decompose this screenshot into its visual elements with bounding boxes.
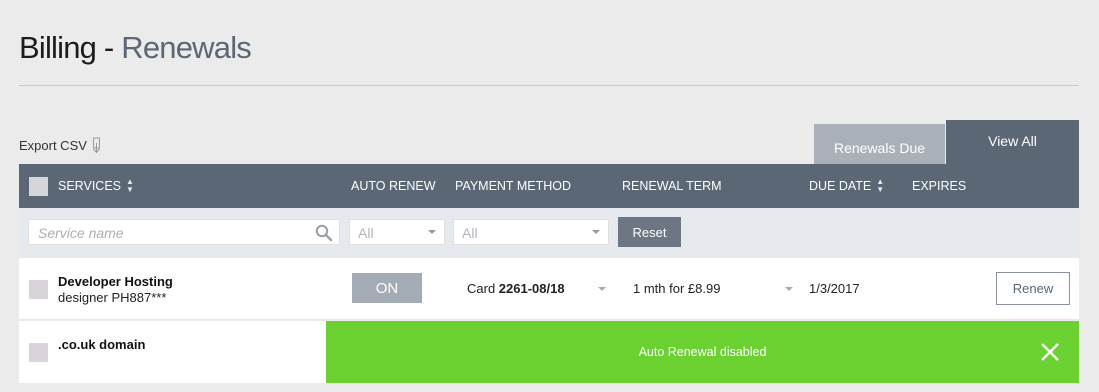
search-icon[interactable]	[315, 224, 333, 245]
column-services-label: SERVICES	[58, 179, 121, 193]
renew-button[interactable]: Renew	[996, 272, 1070, 305]
select-all-checkbox[interactable]	[29, 177, 48, 196]
chevron-down-icon[interactable]	[785, 287, 793, 291]
row-checkbox[interactable]	[29, 280, 48, 299]
tab-view-all-label: View All	[988, 132, 1037, 149]
column-expires-label: EXPIRES	[912, 179, 967, 193]
payment-card-number: 2261-08/18	[498, 281, 565, 296]
service-name: .co.uk domain	[58, 337, 146, 352]
column-auto-renew-label: AUTO RENEW	[351, 179, 436, 193]
search-placeholder: Service name	[38, 225, 124, 241]
table-header: SERVICES ▲ ▼ AUTO RENEW PAYMENT METHOD RE…	[19, 164, 1079, 208]
sort-icon: ▲ ▼	[876, 177, 885, 194]
reset-button[interactable]: Reset	[618, 217, 681, 247]
payment-method-filter-value: All	[462, 225, 478, 241]
table-row: Developer Hosting designer PH887*** ON C…	[19, 258, 1079, 320]
chevron-down-icon	[592, 230, 600, 234]
due-date-value: 1/3/2017	[809, 281, 860, 296]
payment-method-value[interactable]: Card 2261-08/18	[467, 281, 565, 296]
sort-icon: ▲ ▼	[126, 177, 134, 194]
auto-renew-toggle[interactable]: ON	[352, 273, 422, 303]
page-title: Billing - Renewals	[19, 30, 252, 66]
tab-renewals-due-label: Renewals Due	[833, 140, 926, 156]
row-checkbox[interactable]	[29, 343, 48, 362]
auto-renew-filter-value: All	[358, 225, 374, 241]
payment-method-filter-select[interactable]: All	[453, 219, 609, 245]
filter-row: Service name All All Reset	[19, 208, 1079, 258]
column-payment-method: PAYMENT METHOD	[455, 164, 571, 208]
column-renewal-term-label: RENEWAL TERM	[622, 179, 722, 193]
tab-renewals-due[interactable]: Renewals Due	[814, 124, 945, 164]
column-expires: EXPIRES	[912, 164, 966, 208]
service-name: Developer Hosting	[58, 274, 173, 289]
page-title-accent: Renewals	[121, 30, 252, 65]
chevron-down-icon[interactable]	[598, 287, 606, 291]
export-csv-label: Export CSV	[19, 138, 87, 153]
column-payment-method-label: PAYMENT METHOD	[455, 179, 571, 193]
tab-view-all[interactable]: View All	[946, 120, 1079, 164]
auto-renewal-toast: Auto Renewal disabled	[326, 321, 1079, 383]
auto-renew-filter-select[interactable]: All	[349, 219, 445, 245]
service-subtitle: designer PH887***	[58, 290, 167, 305]
close-icon[interactable]	[1038, 340, 1062, 364]
column-due-date-label: DUE DATE	[809, 179, 872, 193]
export-csv-link[interactable]: Export CSV	[19, 137, 102, 154]
download-icon	[91, 137, 102, 154]
column-auto-renew: AUTO RENEW	[351, 164, 436, 208]
column-due-date[interactable]: DUE DATE ▲ ▼	[809, 164, 884, 208]
service-search-input[interactable]: Service name	[28, 219, 340, 245]
column-services[interactable]: SERVICES ▲ ▼	[58, 164, 134, 208]
title-divider	[19, 85, 1079, 86]
payment-method-prefix: Card	[467, 281, 499, 296]
column-renewal-term: RENEWAL TERM	[622, 164, 722, 208]
renewal-term-value[interactable]: 1 mth for £8.99	[633, 281, 720, 296]
page-title-main: Billing -	[19, 30, 122, 65]
chevron-down-icon	[428, 230, 436, 234]
renew-button-label: Renew	[1012, 281, 1054, 296]
reset-button-label: Reset	[632, 224, 667, 240]
toast-message: Auto Renewal disabled	[638, 345, 767, 359]
auto-renew-toggle-label: ON	[375, 279, 399, 297]
